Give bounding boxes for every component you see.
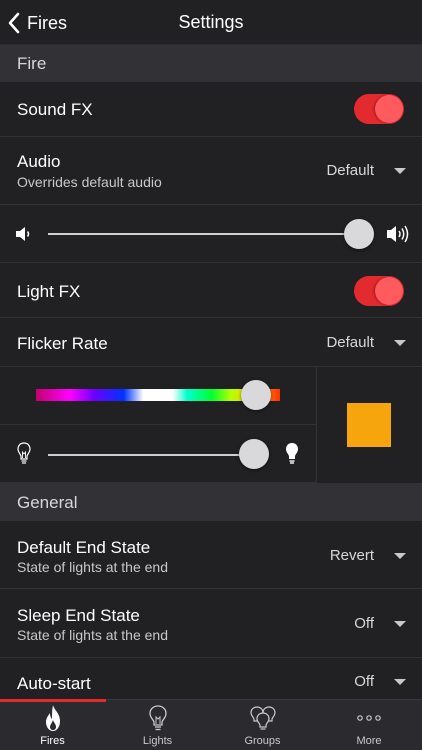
sleep-end-state-value[interactable]: Off xyxy=(354,615,374,632)
section-header-fire: Fire xyxy=(0,45,422,82)
chevron-down-icon[interactable] xyxy=(394,340,406,346)
tab-label: Lights xyxy=(142,735,173,747)
tab-label: Fires xyxy=(40,735,65,747)
tab-bar: Fires Lights Groups More xyxy=(0,699,422,750)
page-title: Settings xyxy=(178,12,244,32)
brightness-slider-thumb[interactable] xyxy=(239,439,269,469)
sound-fx-label: Sound FX xyxy=(17,100,93,119)
volume-slider-track[interactable] xyxy=(48,233,360,235)
more-icon xyxy=(357,715,381,721)
default-end-state-subtitle: State of lights at the end xyxy=(17,559,168,575)
section-title-general: General xyxy=(17,493,78,512)
tab-more[interactable]: More xyxy=(316,700,422,750)
tab-fires[interactable]: Fires xyxy=(0,700,105,750)
brightness-row xyxy=(0,425,316,483)
volume-row xyxy=(0,205,422,263)
hue-slider-thumb[interactable] xyxy=(241,380,271,410)
section-title-fire: Fire xyxy=(17,54,47,73)
flame-icon xyxy=(45,705,60,731)
audio-subtitle: Overrides default audio xyxy=(17,174,162,190)
bulbs-group-icon xyxy=(249,706,276,730)
chevron-down-icon[interactable] xyxy=(394,621,406,627)
bulb-icon xyxy=(148,705,167,731)
tab-label: Groups xyxy=(244,735,281,747)
sleep-end-state-subtitle: State of lights at the end xyxy=(17,627,168,643)
navigation-bar: Fires Settings xyxy=(0,0,422,45)
default-end-state-label: Default End State xyxy=(17,538,151,557)
toggle-knob xyxy=(375,277,403,305)
sleep-end-state-label: Sleep End State xyxy=(17,606,140,625)
bulb-on-icon xyxy=(286,443,298,464)
chevron-down-icon[interactable] xyxy=(394,553,406,559)
sound-fx-toggle[interactable] xyxy=(354,94,404,124)
auto-start-label: Auto-start xyxy=(17,674,91,693)
flicker-rate-label: Flicker Rate xyxy=(17,334,108,353)
auto-start-row[interactable]: Auto-start Off xyxy=(0,658,422,699)
tab-groups[interactable]: Groups xyxy=(210,700,315,750)
auto-start-value[interactable]: Off xyxy=(354,673,374,690)
light-fx-label: Light FX xyxy=(17,282,81,301)
light-fx-row: Light FX xyxy=(0,263,422,318)
light-fx-toggle[interactable] xyxy=(354,276,404,306)
audio-row[interactable]: Audio Overrides default audio Default xyxy=(0,137,422,205)
tab-label: More xyxy=(356,735,382,747)
flicker-rate-row[interactable]: Flicker Rate Default xyxy=(0,318,422,367)
sound-fx-row: Sound FX xyxy=(0,82,422,137)
chevron-down-icon[interactable] xyxy=(394,168,406,174)
volume-high-icon xyxy=(387,225,409,243)
audio-value[interactable]: Default xyxy=(326,162,374,179)
tab-lights[interactable]: Lights xyxy=(105,700,210,750)
color-preview-panel xyxy=(316,367,422,483)
flicker-rate-value[interactable]: Default xyxy=(326,334,374,351)
sleep-end-state-row[interactable]: Sleep End State State of lights at the e… xyxy=(0,589,422,658)
default-end-state-row[interactable]: Default End State State of lights at the… xyxy=(0,521,422,589)
audio-label: Audio xyxy=(17,152,61,171)
volume-slider-thumb[interactable] xyxy=(344,219,374,249)
section-header-general: General xyxy=(0,483,422,521)
brightness-slider-track[interactable] xyxy=(48,454,258,456)
volume-low-icon xyxy=(16,227,30,241)
chevron-down-icon[interactable] xyxy=(394,679,406,685)
default-end-state-value[interactable]: Revert xyxy=(330,547,374,564)
bulb-off-icon xyxy=(17,442,31,464)
toggle-knob xyxy=(375,95,403,123)
color-swatch[interactable] xyxy=(347,403,391,447)
